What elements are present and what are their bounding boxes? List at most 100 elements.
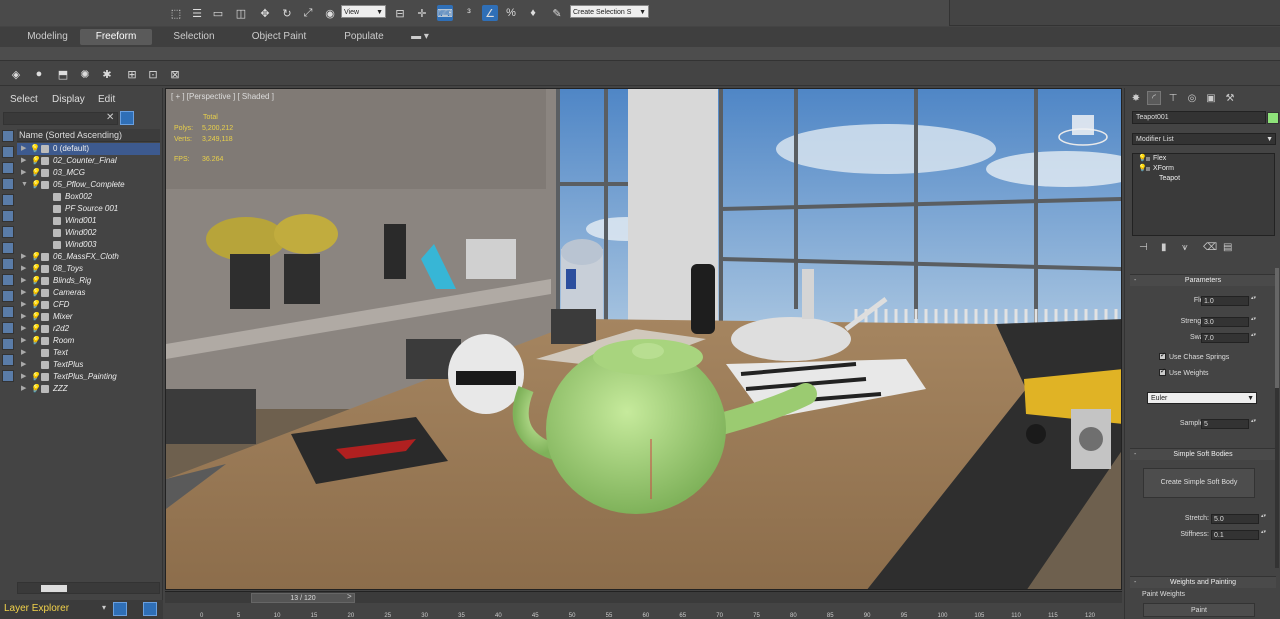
layer-row[interactable]: ▶ 💡 08_Toys — [17, 263, 160, 275]
named-selection-dropdown[interactable]: Create Selection S ▼ — [570, 5, 649, 18]
snap-icon[interactable]: ³ — [461, 5, 477, 21]
layer-dropdown-arrow-icon[interactable]: ▾ — [102, 603, 106, 612]
percent-snap-icon[interactable]: % — [503, 5, 519, 21]
light-bulb-icon[interactable]: 💡 — [30, 311, 40, 323]
modify-tab-icon[interactable]: ◜ — [1147, 91, 1161, 105]
command-panel-scrollbar-thumb[interactable] — [1275, 268, 1279, 388]
light-bulb-icon[interactable]: 💡 — [30, 263, 40, 275]
expand-icon[interactable]: ▶ — [21, 251, 26, 263]
layer-row[interactable]: Wind003 — [17, 239, 160, 251]
edit-named-selection-icon[interactable]: ✎ — [549, 5, 565, 21]
motion-tab-icon[interactable]: ◎ — [1185, 91, 1199, 105]
layer-row[interactable]: ▶ 💡 ZZZ — [17, 383, 160, 395]
spinner-snap-icon[interactable]: ♦ — [525, 5, 541, 21]
layer-row[interactable]: PF Source 001 — [17, 203, 160, 215]
window-crossing-icon[interactable]: ◫ — [233, 5, 249, 21]
time-slider[interactable]: < 13 / 120 > — [165, 591, 1122, 603]
layer-row[interactable]: Box002 — [17, 191, 160, 203]
expand-icon[interactable]: ▶ — [21, 371, 26, 383]
helpers-icon[interactable]: ✱ — [99, 66, 115, 82]
light-bulb-icon[interactable]: 💡 — [30, 143, 40, 155]
tab-modeling[interactable]: Modeling — [20, 29, 75, 45]
viewport-label[interactable]: [ + ] [Perspective ] [ Shaded ] — [171, 92, 274, 101]
time-slider-thumb[interactable]: 13 / 120 — [251, 593, 355, 603]
filter-shapes-icon[interactable] — [2, 146, 14, 158]
filter-cameras-icon[interactable] — [2, 178, 14, 190]
angle-snap-icon[interactable]: ∠ — [482, 5, 498, 21]
layer-row[interactable]: ▶ 💡 Room — [17, 335, 160, 347]
sway-spinner[interactable]: 7.0 — [1201, 332, 1257, 343]
hierarchy-tab-icon[interactable]: ⊤ — [1166, 91, 1180, 105]
move-icon[interactable]: ✥ — [257, 5, 273, 21]
layer-row[interactable]: ▶ 💡 TextPlus_Painting — [17, 371, 160, 383]
expand-icon[interactable]: ▶ — [21, 383, 26, 395]
filter-options-icon[interactable] — [2, 370, 14, 382]
layer-row[interactable]: Wind002 — [17, 227, 160, 239]
filter-helpers-icon[interactable] — [2, 194, 14, 206]
samples-spinner[interactable]: 5 — [1201, 418, 1257, 429]
parameters-rollout-header[interactable]: - Parameters — [1130, 274, 1276, 286]
filter-groups-icon[interactable] — [2, 226, 14, 238]
rectangle-selection-icon[interactable]: ▭ — [210, 5, 226, 21]
layer-row[interactable]: ▶ 💡 02_Counter_Final — [17, 155, 160, 167]
container-icon[interactable]: ⊡ — [145, 66, 161, 82]
layer-row[interactable]: ▶ 💡 Cameras — [17, 287, 160, 299]
expand-icon[interactable]: ▶ — [21, 311, 26, 323]
filter-invert-icon[interactable] — [2, 354, 14, 366]
geometry-icon[interactable]: ● — [31, 66, 47, 82]
track-bar[interactable]: 0 5 10 15 20 25 30 35 40 45 50 55 60 65 70 75 80 85 90 95 10… — [165, 603, 1122, 619]
explorer-horizontal-scrollbar[interactable] — [17, 582, 160, 594]
filter-spacewarps-icon[interactable] — [2, 210, 14, 222]
layer-row[interactable]: ▼ 💡 05_Pflow_Complete — [17, 179, 160, 191]
menu-edit[interactable]: Edit — [98, 94, 115, 105]
filter-none-icon[interactable] — [2, 338, 14, 350]
layer-options-icon[interactable] — [143, 602, 157, 616]
remove-modifier-icon[interactable]: ⌫ — [1203, 242, 1217, 253]
expand-icon[interactable]: ▶ — [21, 275, 26, 287]
expand-icon[interactable]: ▶ — [21, 299, 26, 311]
expand-icon[interactable]: ▶ — [21, 335, 26, 347]
expand-icon[interactable]: ▶ — [21, 287, 26, 299]
light-bulb-icon[interactable]: 💡 — [30, 383, 40, 395]
light-bulb-icon[interactable]: 💡 — [30, 275, 40, 287]
tab-freeform[interactable]: Freeform — [80, 29, 152, 45]
filter-bones-icon[interactable] — [2, 258, 14, 270]
stretch-spinner[interactable]: 5.0 — [1211, 513, 1267, 524]
light-bulb-icon[interactable]: 💡 — [30, 167, 40, 179]
collapse-icon[interactable]: ▼ — [21, 179, 28, 191]
modifier-stack[interactable]: 💡 Flex 💡 XForm Teapot — [1132, 153, 1275, 236]
filter-frozen-icon[interactable] — [2, 290, 14, 302]
tab-selection[interactable]: Selection — [165, 29, 223, 45]
reference-coordinate-icon[interactable]: ◉ — [322, 5, 338, 21]
use-chase-springs-checkbox[interactable]: Use Chase Springs — [1159, 351, 1229, 361]
expand-icon[interactable]: ▶ — [21, 143, 26, 155]
configure-modifier-sets-icon[interactable]: ▤ — [1223, 242, 1232, 253]
command-panel-scrollbar[interactable] — [1275, 268, 1279, 568]
layer-row[interactable]: ▶ TextPlus — [17, 359, 160, 371]
name-column-header[interactable]: Name (Sorted Ascending) — [17, 129, 160, 142]
bone-icon[interactable]: ⊠ — [167, 66, 183, 82]
layer-row[interactable]: ▶ 💡 r2d2 — [17, 323, 160, 335]
display-tab-icon[interactable]: ▣ — [1204, 91, 1218, 105]
ribbon-options-icon[interactable]: ▬ ▾ — [408, 29, 432, 45]
layer-row[interactable]: ▶ 💡 Blinds_Rig — [17, 275, 160, 287]
menu-select[interactable]: Select — [10, 94, 38, 105]
reference-coordinate-dropdown[interactable]: View ▼ — [341, 5, 386, 18]
pivot-icon[interactable]: ⊟ — [392, 5, 408, 21]
lights-icon[interactable]: ✺ — [77, 66, 93, 82]
show-end-result-icon[interactable]: ▮ — [1161, 242, 1167, 253]
select-and-manipulate-icon[interactable]: ✛ — [414, 5, 430, 21]
light-bulb-icon[interactable]: 💡 — [30, 155, 40, 167]
expand-icon[interactable]: ▶ — [21, 323, 26, 335]
filter-geometry-icon[interactable] — [2, 130, 14, 142]
next-frame-icon[interactable]: > — [347, 592, 352, 601]
stiffness-spinner[interactable]: 0.1 — [1211, 529, 1267, 540]
use-weights-checkbox[interactable]: Use Weights — [1159, 367, 1209, 377]
stack-item-teapot[interactable]: Teapot — [1133, 174, 1274, 184]
object-color-swatch[interactable] — [1267, 112, 1279, 124]
strength-spinner[interactable]: 3.0 — [1201, 316, 1257, 327]
select-by-name-icon[interactable]: ☰ — [189, 5, 205, 21]
light-bulb-icon[interactable]: 💡 — [30, 371, 40, 383]
create-tab-icon[interactable]: ✸ — [1129, 91, 1143, 105]
modifier-list-dropdown[interactable]: Modifier List ▼ — [1132, 133, 1276, 145]
